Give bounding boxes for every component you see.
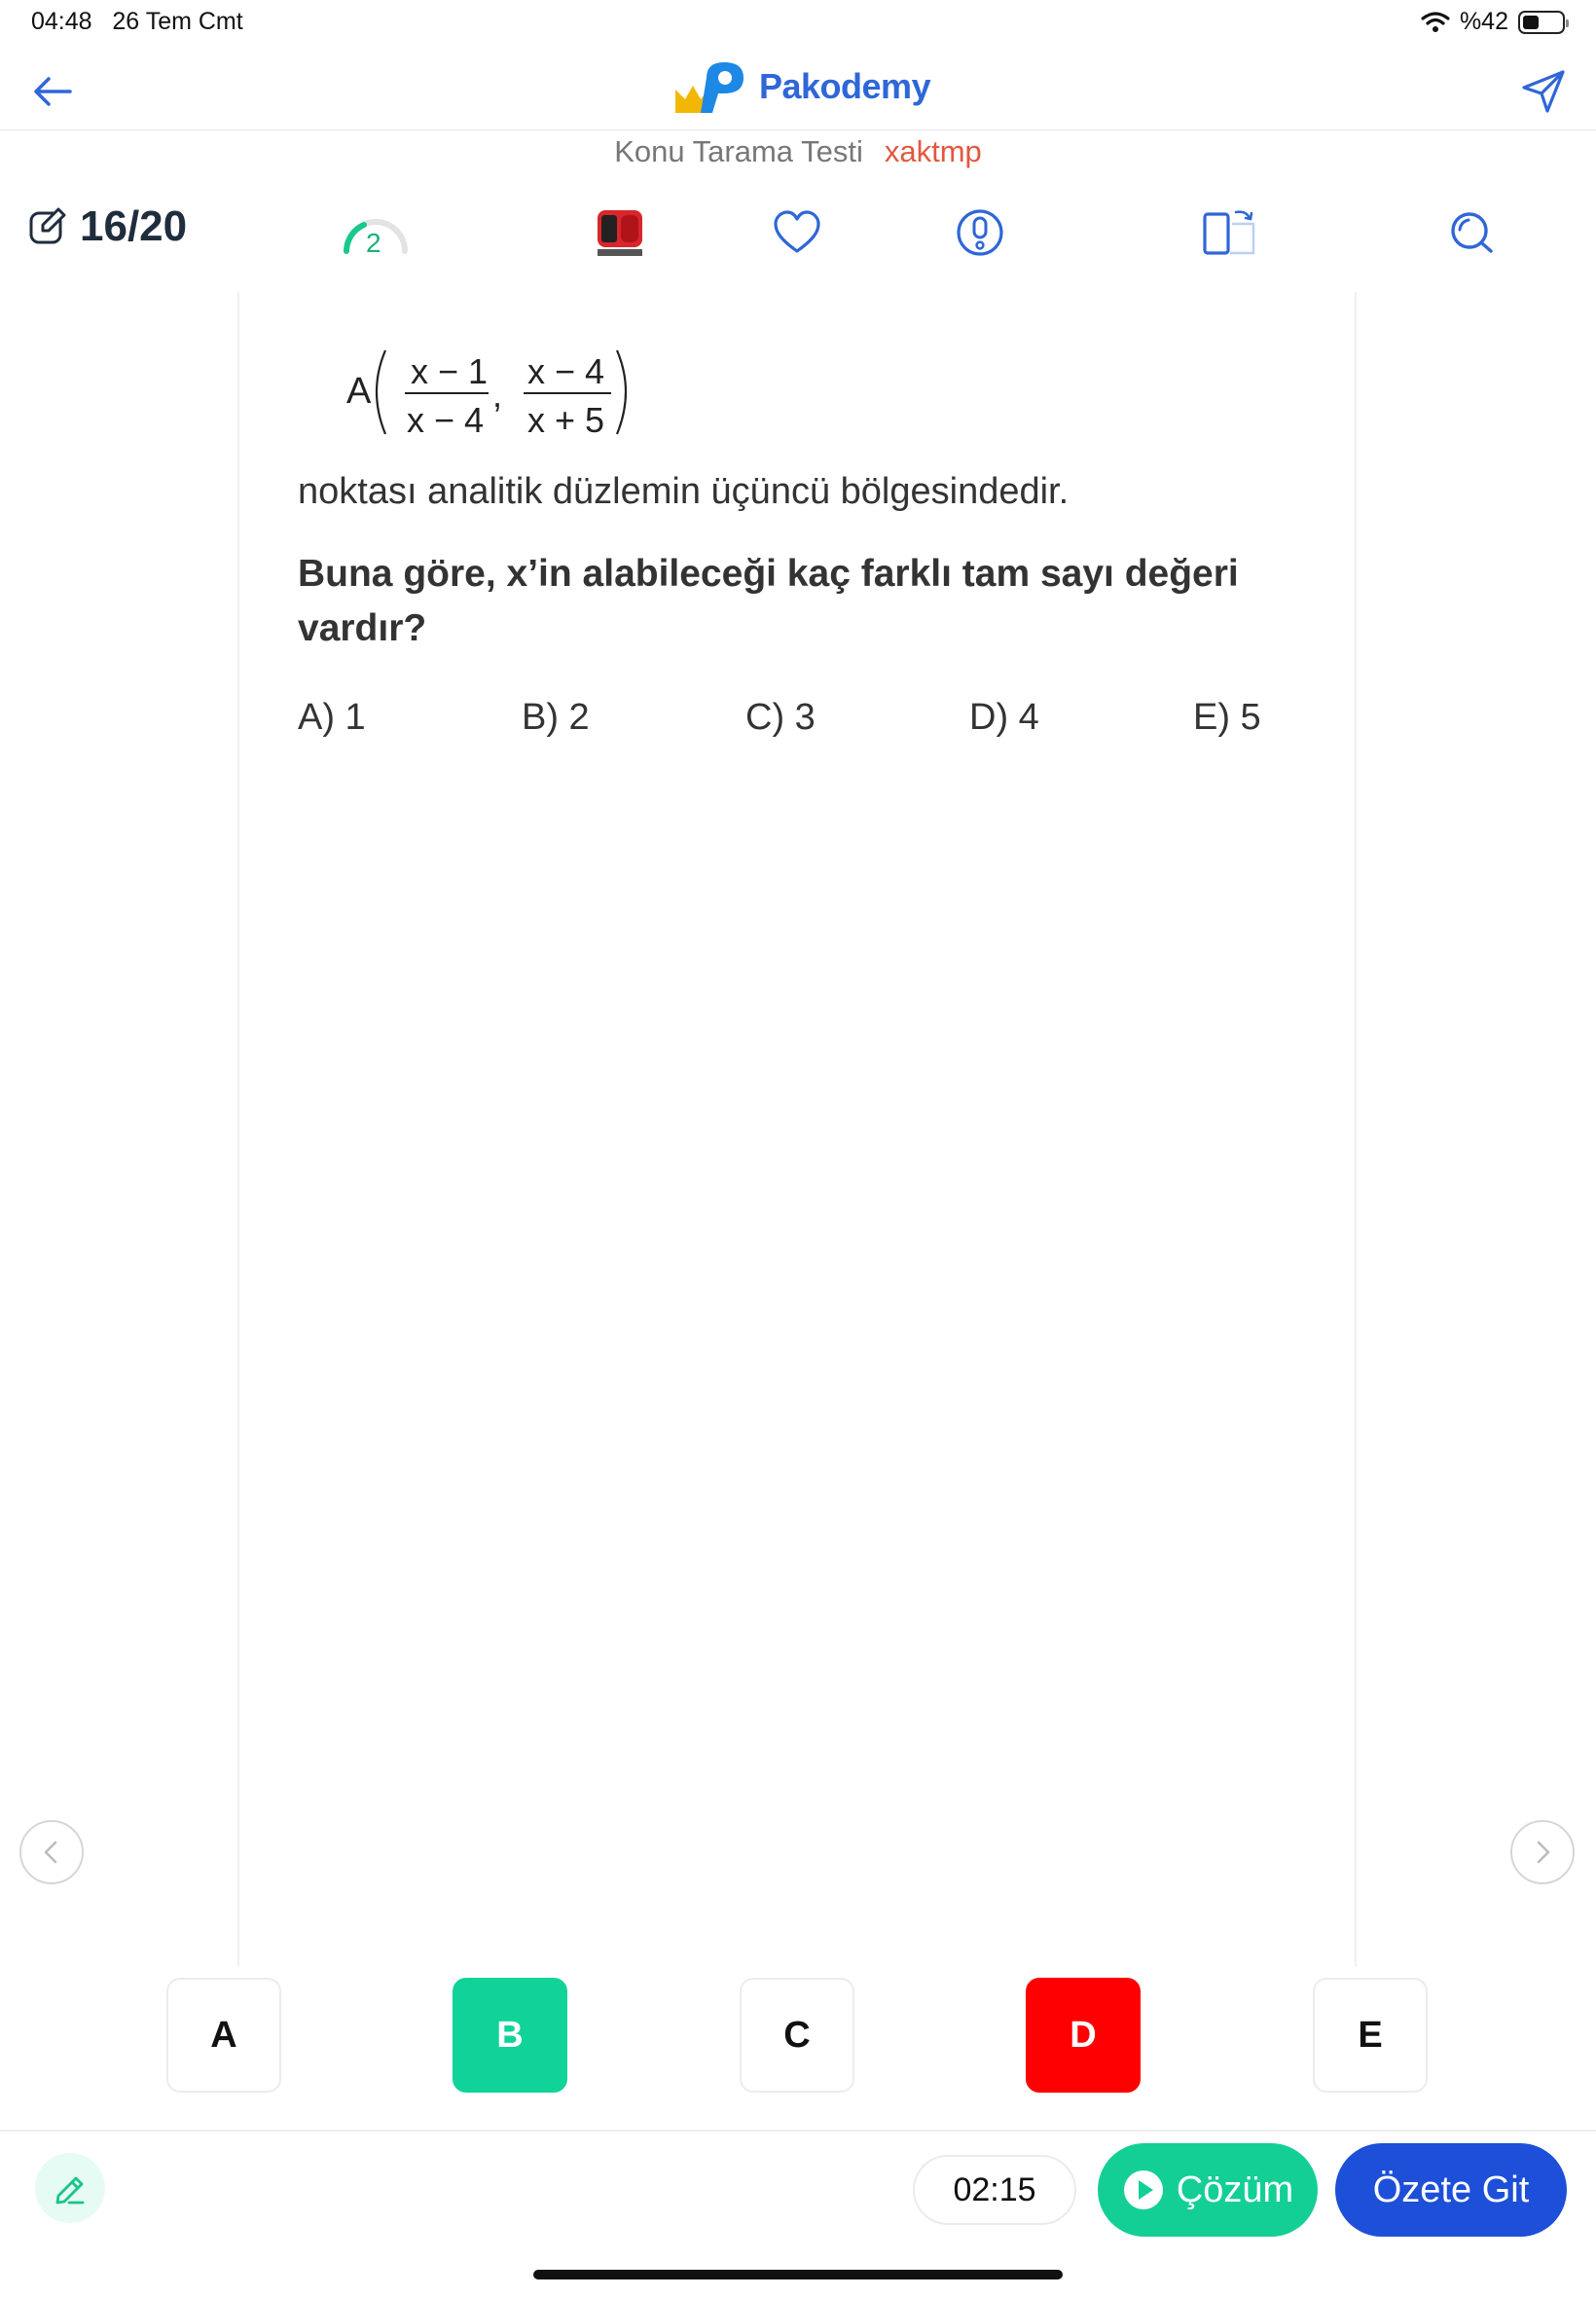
test-name: Konu Tarama Testi xyxy=(614,134,863,168)
screen-rotate-icon xyxy=(1203,210,1255,255)
edit-icon xyxy=(29,207,66,244)
frac2-numerator: x − 4 xyxy=(527,351,604,391)
publisher-logo[interactable] xyxy=(594,206,646,259)
battery-icon xyxy=(1518,10,1569,34)
crown-logo-icon xyxy=(675,62,744,113)
pencil-icon xyxy=(55,2176,85,2205)
progress-badge-count: 2 xyxy=(366,228,381,258)
progress-badge[interactable]: 2 xyxy=(339,206,413,259)
draw-button[interactable] xyxy=(35,2153,105,2223)
chevron-right-icon xyxy=(1537,1841,1550,1864)
point-label: A xyxy=(346,371,372,412)
search-icon xyxy=(1451,212,1493,253)
answer-d-button[interactable]: D xyxy=(1026,1978,1141,2093)
send-icon xyxy=(1522,70,1565,113)
question-prompt: Buna göre, x’in alabileceği kaç farklı t… xyxy=(298,553,1239,649)
user-tag: xaktmp xyxy=(884,134,982,168)
question-text: noktası analitik düzlemin üçüncü bölgesi… xyxy=(298,471,1070,512)
heart-icon xyxy=(774,210,820,253)
footer-divider xyxy=(0,2130,1596,2132)
previous-question-button[interactable] xyxy=(19,1820,84,1884)
status-indicators: %42 xyxy=(1421,8,1569,36)
chevron-left-icon xyxy=(44,1841,57,1864)
back-button[interactable] xyxy=(25,64,80,119)
answer-c-button[interactable]: C xyxy=(740,1978,854,2093)
rotate-button[interactable] xyxy=(1201,206,1257,259)
brand-logo: Pakodemy xyxy=(671,56,931,117)
next-question-button[interactable] xyxy=(1510,1820,1575,1884)
panel-left-border xyxy=(237,292,239,1966)
wifi-icon xyxy=(1421,11,1450,32)
frac1-numerator: x − 1 xyxy=(411,351,488,391)
option-c: C) 3 xyxy=(745,697,816,738)
panel-right-border xyxy=(1355,292,1357,1966)
go-to-summary-button[interactable]: Özete Git xyxy=(1335,2143,1567,2237)
status-time: 04:48 26 Tem Cmt xyxy=(31,8,243,35)
timer: 02:15 xyxy=(913,2155,1076,2225)
answer-e-button[interactable]: E xyxy=(1313,1978,1428,2093)
formula-svg: A x − 1 x − 4 , x − 4 x + 5 xyxy=(346,349,628,440)
frac2-denominator: x + 5 xyxy=(527,400,604,440)
home-indicator xyxy=(533,2270,1063,2279)
test-subtitle: Konu Tarama Testi xaktmp xyxy=(0,134,1596,169)
play-circle-icon xyxy=(1123,2170,1163,2209)
share-button[interactable] xyxy=(1516,64,1571,119)
publisher-3d-logo-icon xyxy=(598,210,642,256)
option-a: A) 1 xyxy=(298,697,366,738)
solution-label: Çözüm xyxy=(1176,2169,1294,2210)
brand-name: Pakodemy xyxy=(759,66,931,106)
frac1-denominator: x − 4 xyxy=(407,400,484,440)
header-divider xyxy=(0,129,1596,130)
point-formula: A x − 1 x − 4 , x − 4 x + 5 xyxy=(346,343,658,450)
counter-text: 16/20 xyxy=(80,202,188,250)
search-button[interactable] xyxy=(1446,206,1499,259)
option-d: D) 4 xyxy=(969,697,1039,738)
report-button[interactable] xyxy=(954,206,1006,259)
answer-a-button[interactable]: A xyxy=(166,1978,281,2093)
exclamation-circle-icon xyxy=(957,209,1003,256)
answer-b-button[interactable]: B xyxy=(453,1978,567,2093)
favorite-button[interactable] xyxy=(771,206,823,259)
question-counter: 16/20 xyxy=(27,202,187,251)
battery-percent: %42 xyxy=(1459,8,1508,35)
fraction-separator: , xyxy=(492,375,502,415)
option-b: B) 2 xyxy=(522,697,590,738)
arrow-left-icon xyxy=(34,77,72,106)
solution-button[interactable]: Çözüm xyxy=(1098,2143,1318,2237)
option-e: E) 5 xyxy=(1193,697,1261,738)
